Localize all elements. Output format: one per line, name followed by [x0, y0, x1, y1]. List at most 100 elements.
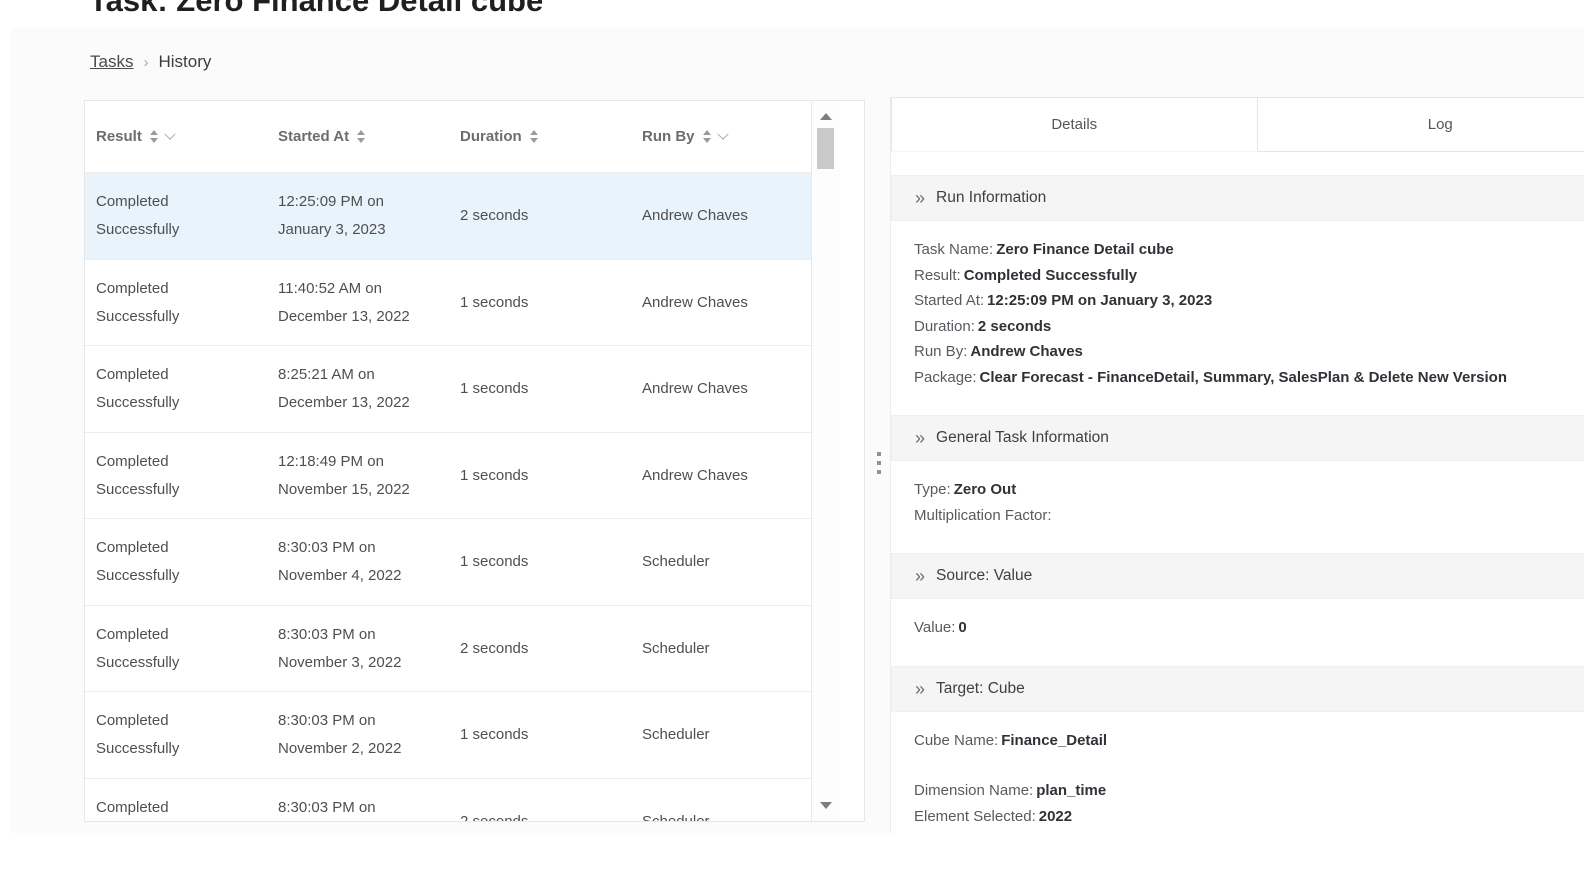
section-header-target-cube[interactable]: » Target: Cube	[891, 666, 1584, 712]
section-header-run-information[interactable]: » Run Information	[891, 175, 1584, 221]
started-at-cell: 8:30:03 PM on November 3, 2022	[267, 606, 449, 692]
field-cube-name: Cube Name:Finance_Detail	[914, 728, 1584, 754]
column-menu-icon[interactable]	[717, 128, 728, 139]
field-task-name: Task Name:Zero Finance Detail cube	[914, 237, 1584, 263]
field-label: Multiplication Factor:	[914, 507, 1052, 524]
details-panel: Details Log » Run Information Task Name:…	[890, 97, 1584, 833]
table-row[interactable]: Completed Successfully 12:18:49 PM on No…	[85, 432, 811, 519]
tab-log[interactable]: Log	[1258, 97, 1584, 152]
field-label: Element Selected:	[914, 808, 1036, 825]
started-at-cell: 8:30:03 PM on	[267, 779, 449, 823]
column-header-run-by[interactable]: Run By	[631, 101, 811, 172]
scroll-up-icon[interactable]	[820, 113, 832, 120]
result-cell: Completed Successfully	[85, 606, 267, 692]
result-cell: Completed Successfully	[85, 692, 267, 778]
double-chevron-icon: »	[915, 680, 925, 698]
result-cell: Completed Successfully	[85, 346, 267, 432]
field-value: 2 seconds	[978, 318, 1051, 335]
table-row[interactable]: Completed Successfully 12:25:09 PM on Ja…	[85, 172, 811, 259]
table-main: Result Started At Duration Run By Comple…	[85, 101, 811, 821]
duration-cell: 2 seconds	[449, 606, 631, 692]
field-label: Run By:	[914, 343, 967, 360]
tab-details[interactable]: Details	[891, 97, 1258, 152]
column-header-started-at[interactable]: Started At	[267, 101, 449, 172]
run-by-cell: Andrew Chaves	[631, 173, 811, 259]
field-label: Dimension Name:	[914, 782, 1033, 799]
section-header-source-value[interactable]: » Source: Value	[891, 553, 1584, 599]
section-title: Source: Value	[936, 567, 1032, 585]
section-title: Target: Cube	[936, 680, 1025, 698]
sort-icon[interactable]	[357, 130, 365, 143]
field-value: Completed Successfully	[964, 267, 1137, 284]
table-row[interactable]: Completed Successfully 11:40:52 AM on De…	[85, 259, 811, 346]
table-row[interactable]: Completed Successfully 8:30:03 PM on Nov…	[85, 518, 811, 605]
table-row[interactable]: Completed 8:30:03 PM on 2 seconds Schedu…	[85, 778, 811, 823]
started-date: November 3, 2022	[278, 649, 449, 677]
duration-cell: 2 seconds	[449, 173, 631, 259]
started-date: December 13, 2022	[278, 303, 449, 331]
breadcrumb: Tasks › History	[90, 52, 211, 72]
started-at-cell: 11:40:52 AM on December 13, 2022	[267, 260, 449, 346]
column-header-duration[interactable]: Duration	[449, 101, 631, 172]
field-multiplication-factor: Multiplication Factor:	[914, 503, 1584, 529]
spacer	[914, 753, 1584, 778]
field-label: Cube Name:	[914, 732, 998, 749]
table-row[interactable]: Completed Successfully 8:30:03 PM on Nov…	[85, 691, 811, 778]
started-at-cell: 12:25:09 PM on January 3, 2023	[267, 173, 449, 259]
section-title: General Task Information	[936, 429, 1109, 447]
field-value: Finance_Detail	[1001, 732, 1107, 749]
started-at-cell: 8:30:03 PM on November 4, 2022	[267, 519, 449, 605]
column-label: Duration	[460, 128, 522, 145]
sort-icon[interactable]	[530, 130, 538, 143]
started-date: November 15, 2022	[278, 476, 449, 504]
task-history-table: Result Started At Duration Run By Comple…	[84, 100, 865, 822]
duration-cell: 1 seconds	[449, 519, 631, 605]
column-header-result[interactable]: Result	[85, 101, 267, 172]
started-time: 8:30:03 PM on	[278, 534, 449, 562]
double-chevron-icon: »	[915, 189, 925, 207]
field-dimension-name: Dimension Name:plan_time	[914, 778, 1584, 804]
field-result: Result:Completed Successfully	[914, 263, 1584, 289]
breadcrumb-separator-icon: ›	[143, 54, 148, 71]
started-date: December 13, 2022	[278, 389, 449, 417]
field-label: Result:	[914, 267, 961, 284]
section-header-general-task-information[interactable]: » General Task Information	[891, 415, 1584, 461]
table-header-row: Result Started At Duration Run By	[85, 101, 811, 172]
duration-cell: 1 seconds	[449, 260, 631, 346]
field-value: Clear Forecast - FinanceDetail, Summary,…	[980, 369, 1507, 386]
started-time: 8:30:03 PM on	[278, 621, 449, 649]
field-value: Zero Finance Detail cube	[996, 241, 1174, 258]
table-row[interactable]: Completed Successfully 8:30:03 PM on Nov…	[85, 605, 811, 692]
breadcrumb-tasks-link[interactable]: Tasks	[90, 52, 133, 72]
sort-icon[interactable]	[703, 130, 711, 143]
column-menu-icon[interactable]	[164, 128, 175, 139]
run-by-cell: Andrew Chaves	[631, 346, 811, 432]
field-element-selected: Element Selected:2022	[914, 804, 1584, 830]
field-duration: Duration:2 seconds	[914, 314, 1584, 340]
field-value: 2022	[1039, 808, 1072, 825]
field-run-by: Run By:Andrew Chaves	[914, 339, 1584, 365]
section-run-information: » Run Information Task Name:Zero Finance…	[891, 175, 1584, 406]
run-by-cell: Scheduler	[631, 519, 811, 605]
section-target-cube: » Target: Cube Cube Name:Finance_Detail …	[891, 666, 1584, 834]
run-by-cell: Andrew Chaves	[631, 433, 811, 519]
table-row[interactable]: Completed Successfully 8:25:21 AM on Dec…	[85, 345, 811, 432]
result-cell: Completed Successfully	[85, 173, 267, 259]
details-tabbar: Details Log	[891, 97, 1584, 152]
sort-icon[interactable]	[150, 130, 158, 143]
column-label: Run By	[642, 128, 695, 145]
field-type: Type:Zero Out	[914, 477, 1584, 503]
run-by-cell: Scheduler	[631, 779, 811, 823]
scrollbar-thumb[interactable]	[817, 128, 834, 169]
column-label: Started At	[278, 128, 349, 145]
field-value: Value:0	[914, 615, 1584, 641]
field-started-at: Started At:12:25:09 PM on January 3, 202…	[914, 288, 1584, 314]
section-title: Run Information	[936, 189, 1046, 207]
duration-cell: 1 seconds	[449, 346, 631, 432]
result-cell: Completed Successfully	[85, 519, 267, 605]
panel-resize-handle[interactable]	[877, 452, 881, 474]
table-scrollbar[interactable]	[811, 101, 840, 821]
scroll-down-icon[interactable]	[820, 802, 832, 809]
run-by-cell: Andrew Chaves	[631, 260, 811, 346]
result-cell: Completed Successfully	[85, 260, 267, 346]
